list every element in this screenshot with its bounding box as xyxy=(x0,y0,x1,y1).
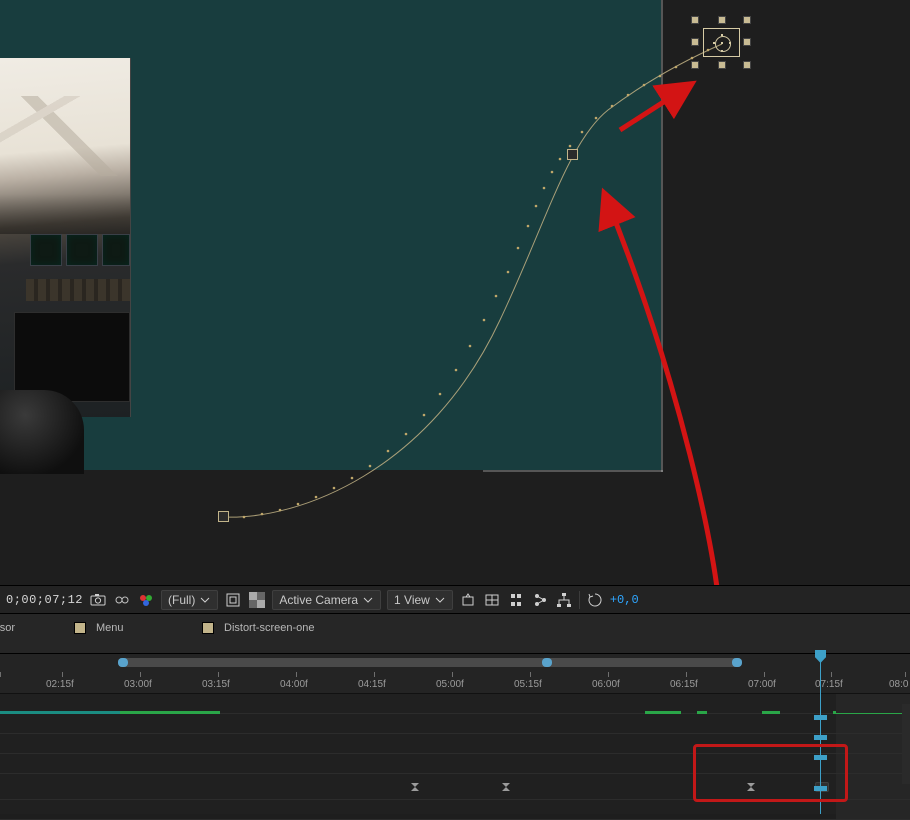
ruler-tick-label: 03:00f xyxy=(124,679,164,690)
ruler-tick-label: 02:15f xyxy=(46,679,86,690)
ruler-tick: 07:00f xyxy=(764,672,765,677)
ruler-tick-label: 07:00f xyxy=(748,679,788,690)
ruler-tick: 03:15f xyxy=(218,672,219,677)
composition-viewer[interactable] xyxy=(0,0,910,585)
transform-handle[interactable] xyxy=(743,38,751,46)
resolution-dropdown[interactable]: (Full) xyxy=(161,590,218,610)
resolution-label: (Full) xyxy=(168,593,195,607)
chevron-down-icon xyxy=(362,594,374,606)
layer-name: Distort-screen-one xyxy=(224,622,314,634)
work-area-bar[interactable] xyxy=(118,658,742,667)
track-row[interactable] xyxy=(0,714,910,734)
keyframe-start-marker[interactable] xyxy=(218,511,229,522)
motion-path[interactable] xyxy=(0,0,910,585)
layer-color-swatch xyxy=(202,622,214,634)
ruler-tick: 06:15f xyxy=(686,672,687,677)
ruler-tick: 04:00f xyxy=(296,672,297,677)
transform-handle[interactable] xyxy=(691,38,699,46)
layer-distort[interactable]: Distort-screen-one xyxy=(202,622,422,634)
null-object-selected[interactable] xyxy=(693,18,750,67)
share-view-icon[interactable] xyxy=(459,591,477,609)
layer-label-truncated: ursor xyxy=(0,622,74,634)
ruler-tick-label: 08:0 xyxy=(889,679,910,690)
show-channel-icon[interactable] xyxy=(113,591,131,609)
views-dropdown[interactable]: 1 View xyxy=(387,590,453,610)
roi-icon[interactable] xyxy=(224,591,242,609)
keyframe-marker[interactable] xyxy=(501,782,511,792)
exposure-value[interactable]: +0,0 xyxy=(610,593,639,607)
ruler-tick-label: 03:15f xyxy=(202,679,242,690)
transform-handle[interactable] xyxy=(743,16,751,24)
keyframe-mid-marker[interactable] xyxy=(567,149,578,160)
layer-menu[interactable]: Menu xyxy=(74,622,202,634)
time-ruler[interactable]: 0f 02:15f 03:00f 03:15f 04:00f 04:15f 05:00f 05… xyxy=(0,654,910,694)
ruler-tick: 02:15f xyxy=(62,672,63,677)
views-label: 1 View xyxy=(394,593,430,607)
vertical-scrollbar[interactable] xyxy=(902,704,910,784)
ruler-tick-label: 0f xyxy=(0,679,24,690)
snapshot-icon[interactable] xyxy=(89,591,107,609)
ruler-tick-label: 04:15f xyxy=(358,679,398,690)
layer-name: Menu xyxy=(96,622,124,634)
flowchart-icon[interactable] xyxy=(555,591,573,609)
annotation-highlight-box xyxy=(693,744,848,802)
timeline-icon[interactable] xyxy=(531,591,549,609)
pixel-aspect-icon[interactable] xyxy=(483,591,501,609)
keyframe-marker[interactable] xyxy=(410,782,420,792)
transform-handle[interactable] xyxy=(718,61,726,69)
ruler-tick-label: 07:15f xyxy=(815,679,855,690)
color-management-icon[interactable] xyxy=(137,591,155,609)
track-row[interactable] xyxy=(0,800,910,820)
work-area-start-handle[interactable] xyxy=(118,658,128,667)
camera-dropdown[interactable]: Active Camera xyxy=(272,590,381,610)
layer-color-swatch xyxy=(74,622,86,634)
ruler-tick-label: 05:15f xyxy=(514,679,554,690)
transparency-grid-icon[interactable] xyxy=(248,591,266,609)
chevron-down-icon xyxy=(434,594,446,606)
chevron-down-icon xyxy=(199,594,211,606)
ruler-tick: 07:15f xyxy=(831,672,832,677)
transform-handle[interactable] xyxy=(743,61,751,69)
ruler-tick-label: 04:00f xyxy=(280,679,320,690)
layer-strip: ursor Menu Distort-screen-one xyxy=(0,614,910,654)
ruler-tick: 03:00f xyxy=(140,672,141,677)
work-area-end-handle[interactable] xyxy=(732,658,742,667)
preview-toolbar: 0;00;07;12 (Full) Active Camera 1 View xyxy=(0,585,910,614)
ruler-tick-label: 06:00f xyxy=(592,679,632,690)
reset-exposure-icon[interactable] xyxy=(586,591,604,609)
transform-handle[interactable] xyxy=(718,16,726,24)
ruler-tick: 06:00f xyxy=(608,672,609,677)
ruler-tick: 08:0 xyxy=(905,672,906,677)
ruler-tick: 0f xyxy=(0,672,1,677)
ruler-tick: 05:15f xyxy=(530,672,531,677)
cache-row xyxy=(0,694,910,714)
fast-previews-icon[interactable] xyxy=(507,591,525,609)
ruler-tick-label: 06:15f xyxy=(670,679,710,690)
work-area-mid-handle[interactable] xyxy=(542,658,552,667)
transform-handle[interactable] xyxy=(691,61,699,69)
ruler-tick: 04:15f xyxy=(374,672,375,677)
camera-label: Active Camera xyxy=(279,593,358,607)
transform-handle[interactable] xyxy=(691,16,699,24)
ruler-tick-label: 05:00f xyxy=(436,679,476,690)
ruler-tick: 05:00f xyxy=(452,672,453,677)
current-timecode[interactable]: 0;00;07;12 xyxy=(6,593,83,607)
